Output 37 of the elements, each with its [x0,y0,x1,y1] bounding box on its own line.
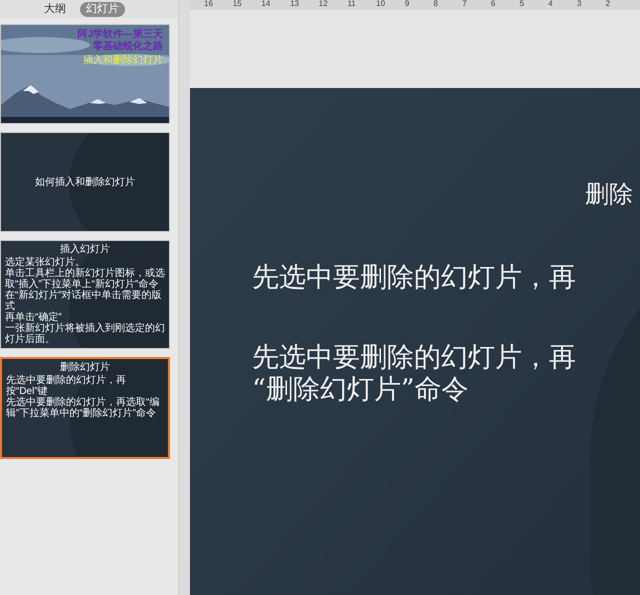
ruler-label: 4 [548,0,554,8]
slide-text: 先选中要删除的幻灯片，再选取“编辑”下拉菜单中的“删除幻灯片”命令 [6,397,160,419]
ruler-label: 2 [606,0,612,8]
slide-text: 一张新幻灯片将被插入到刚选定的幻灯片后面。 [5,323,165,345]
ruler-label: 10 [376,0,386,8]
slide-thumbnail[interactable]: 删除幻灯片 先选中要删除的幻灯片，再按“Del”键 先选中要删除的幻灯片，再选取“编辑”下拉菜单中的“删除幻灯片”命令 [0,357,170,459]
slide-text: 先选中要删除的幻灯片，再按“Del”键 [6,375,126,397]
slide-text: 先选中要删除的幻灯片，再 [252,262,577,294]
slide-title: 插入幻灯片 [59,244,111,255]
ruler-label: 8 [434,0,439,8]
slide-title: 阿J学软件—第三天 [77,29,163,40]
slide-text: 单击工具栏上的新幻灯片图标，或选取“插入”下拉菜单上“新幻灯片”命令 [5,268,165,290]
ruler-label: 11 [347,0,357,8]
ruler-label: 3 [576,0,582,8]
ruler-label: 7 [462,0,468,8]
slide-text: 先选中要删除的幻灯片，再 [252,342,577,374]
slide-subtitle: 插入和删除幻灯片 [83,55,163,67]
ruler-label: 6 [490,0,496,8]
slide-text: 在“新幻灯片”对话框中单击需要的版式 [5,290,163,312]
slide-title: 删除幻灯片 [59,362,111,373]
panel-splitter[interactable] [178,0,190,595]
ruler-label: 9 [404,0,410,8]
slide-title: 如何插入和删除幻灯片 [35,176,135,190]
view-tab[interactable]: 大纲 [38,2,72,16]
slide-thumbnail[interactable]: 如何插入和删除幻灯片 [0,132,170,232]
slide-title: 零基础蜕化之路 [93,41,163,53]
ruler-label: 5 [520,0,526,8]
ruler-label: 14 [261,0,272,8]
ruler-label: 16 [204,0,214,8]
slide-text: 再单击“确定” [5,312,62,323]
slide-thumbnail[interactable]: 插入幻灯片 选定某张幻灯片。 单击工具栏上的新幻灯片图标，或选取“插入”下拉菜单上“新幻灯片”命令 在“新幻灯片”对话框中单击需要的版式 再单击“确定” 一张新幻灯片将被插入到刚选定的幻灯片后面。 [0,240,170,349]
ruler-label: 15 [232,0,243,8]
slide-text: 选定某张幻灯片。 [5,257,85,268]
ruler-label: 12 [318,0,329,8]
slide-title: 删除 [584,179,634,210]
slide-text: “删除幻灯片”命令 [252,374,470,406]
ruler-label: 13 [290,0,300,8]
